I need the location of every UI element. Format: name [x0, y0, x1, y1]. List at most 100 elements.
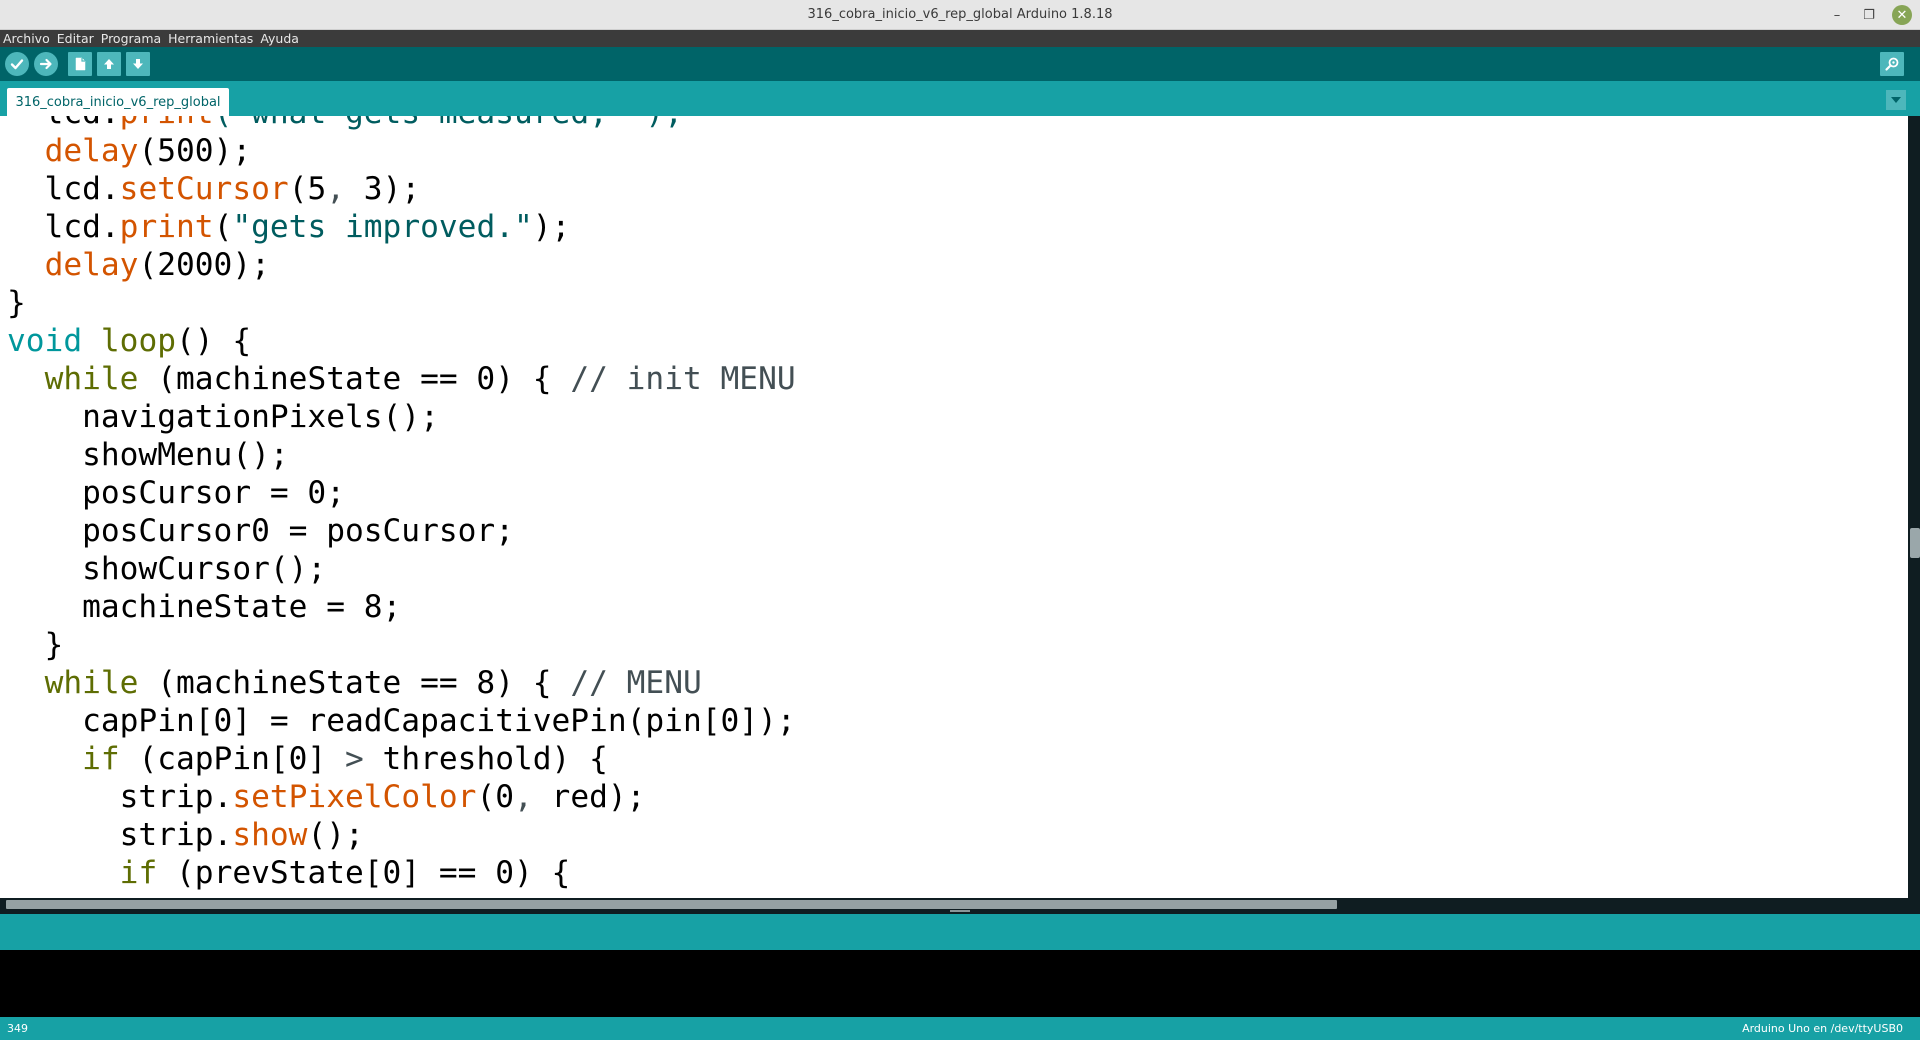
code-token: (machineState == 8) { [138, 665, 571, 701]
code-token: "gets improved." [232, 209, 533, 245]
minimize-icon[interactable]: – [1824, 4, 1850, 26]
code-line[interactable]: if (capPin[0] > threshold) { [7, 740, 796, 778]
window-controls: – ❐ ✕ [1824, 4, 1912, 26]
serial-monitor-icon[interactable] [1880, 52, 1904, 76]
verify-icon[interactable] [5, 52, 29, 76]
code-line[interactable]: strip.setPixelColor(0, red); [7, 778, 796, 816]
line-number: 349 [7, 1022, 28, 1035]
horizontal-scrollbar-thumb[interactable] [6, 900, 1337, 909]
code-line[interactable]: while (machineState == 8) { // MENU [7, 664, 796, 702]
code-token: showMenu(); [7, 437, 289, 473]
upload-icon[interactable] [34, 52, 58, 76]
code-token: show [232, 817, 308, 853]
code-token: showCursor(); [7, 551, 327, 587]
code-token: print [120, 116, 214, 131]
splitter-grip-icon[interactable] [950, 910, 970, 912]
code-token: (machineState == 0) { [138, 361, 571, 397]
code-token: , [514, 779, 533, 815]
code-token: ); [532, 209, 571, 245]
code-line[interactable]: posCursor = 0; [7, 474, 796, 512]
window-title: 316_cobra_inicio_v6_rep_global Arduino 1… [807, 7, 1113, 22]
code-editor[interactable]: lcd.print("what gets measured, "); delay… [0, 116, 1908, 898]
code-line[interactable]: delay(500); [7, 132, 796, 170]
menu-archivo[interactable]: Archivo [3, 30, 50, 47]
code-token: strip. [7, 779, 233, 815]
menu-editar[interactable]: Editar [57, 30, 94, 47]
code-token: ( [213, 209, 233, 245]
code-token: (prevState[0] == 0) { [157, 855, 571, 891]
code-line[interactable]: navigationPixels(); [7, 398, 796, 436]
code-line[interactable]: showCursor(); [7, 550, 796, 588]
code-line[interactable]: delay(2000); [7, 246, 796, 284]
code-token: setPixelColor [232, 779, 477, 815]
horizontal-scrollbar[interactable] [0, 898, 1920, 910]
code-line[interactable]: lcd.setCursor(5, 3); [7, 170, 796, 208]
code-token: } [7, 627, 64, 663]
code-token: ("what gets measured, "); [214, 116, 683, 131]
vertical-scrollbar-thumb[interactable] [1910, 528, 1920, 558]
code-line[interactable]: while (machineState == 0) { // init MENU [7, 360, 796, 398]
code-line[interactable]: if (prevState[0] == 0) { [7, 854, 796, 892]
code-line[interactable]: } [7, 626, 796, 664]
code-token: (2000); [138, 247, 270, 283]
code-token: red); [532, 779, 646, 815]
menu-programa[interactable]: Programa [101, 30, 161, 47]
toolbar [0, 47, 1920, 81]
code-line[interactable]: showMenu(); [7, 436, 796, 474]
tab-sketch[interactable]: 316_cobra_inicio_v6_rep_global [7, 88, 229, 116]
code-token: // MENU [570, 665, 702, 701]
code-line[interactable]: machineState = 8; [7, 588, 796, 626]
code-token: void [7, 323, 83, 359]
code-token: machineState = 8; [7, 589, 402, 625]
code-token: () { [176, 323, 252, 359]
code-line[interactable]: } [7, 284, 796, 322]
code-token: (capPin[0] [119, 741, 345, 777]
tab-bar: 316_cobra_inicio_v6_rep_global [0, 81, 1920, 116]
code-token: delay [44, 247, 139, 283]
code-token: loop [100, 323, 176, 359]
code-token: , [326, 171, 346, 207]
code-token: capPin[0] = readCapacitivePin(pin[0]); [7, 703, 796, 739]
board-port-label: Arduino Uno en /dev/ttyUSB0 [1742, 1022, 1903, 1035]
code-token: posCursor = 0; [7, 475, 345, 511]
code-line[interactable]: lcd.print("gets improved."); [7, 208, 796, 246]
code-token: (5 [288, 171, 327, 207]
code-token: navigationPixels(); [7, 399, 439, 435]
code-token: strip. [7, 817, 233, 853]
code-line[interactable]: capPin[0] = readCapacitivePin(pin[0]); [7, 702, 796, 740]
maximize-icon[interactable]: ❐ [1856, 4, 1882, 26]
open-icon[interactable] [97, 52, 121, 76]
code-token: threshold) { [363, 741, 608, 777]
menu-herramientas[interactable]: Herramientas [168, 30, 253, 47]
code-line[interactable]: void loop() { [7, 322, 796, 360]
code-line[interactable]: strip.show(); [7, 816, 796, 854]
new-icon[interactable] [68, 52, 92, 76]
code-text[interactable]: lcd.print("what gets measured, "); delay… [7, 116, 796, 892]
code-token: (500); [138, 133, 252, 169]
window-titlebar: 316_cobra_inicio_v6_rep_global Arduino 1… [0, 0, 1920, 30]
console-output[interactable] [0, 950, 1920, 1017]
menu-bar: Archivo Editar Programa Herramientas Ayu… [0, 30, 1920, 47]
code-token: } [7, 285, 26, 321]
code-token: 3); [345, 171, 421, 207]
code-token: > [345, 741, 364, 777]
menu-ayuda[interactable]: Ayuda [260, 30, 299, 47]
code-token: lcd. [7, 209, 120, 245]
save-icon[interactable] [126, 52, 150, 76]
code-token: delay [44, 133, 139, 169]
code-token: (); [307, 817, 364, 853]
code-token: posCursor0 = posCursor; [7, 513, 514, 549]
code-line[interactable]: lcd.print("what gets measured, "); [7, 116, 796, 132]
status-bar: 349 Arduino Uno en /dev/ttyUSB0 [0, 1017, 1920, 1040]
vertical-scrollbar[interactable] [1908, 116, 1920, 898]
tab-menu-chevron-icon[interactable] [1886, 90, 1906, 110]
code-line[interactable]: posCursor0 = posCursor; [7, 512, 796, 550]
code-token: while [44, 361, 139, 397]
code-token: // init MENU [570, 361, 796, 397]
close-icon[interactable]: ✕ [1892, 5, 1912, 25]
